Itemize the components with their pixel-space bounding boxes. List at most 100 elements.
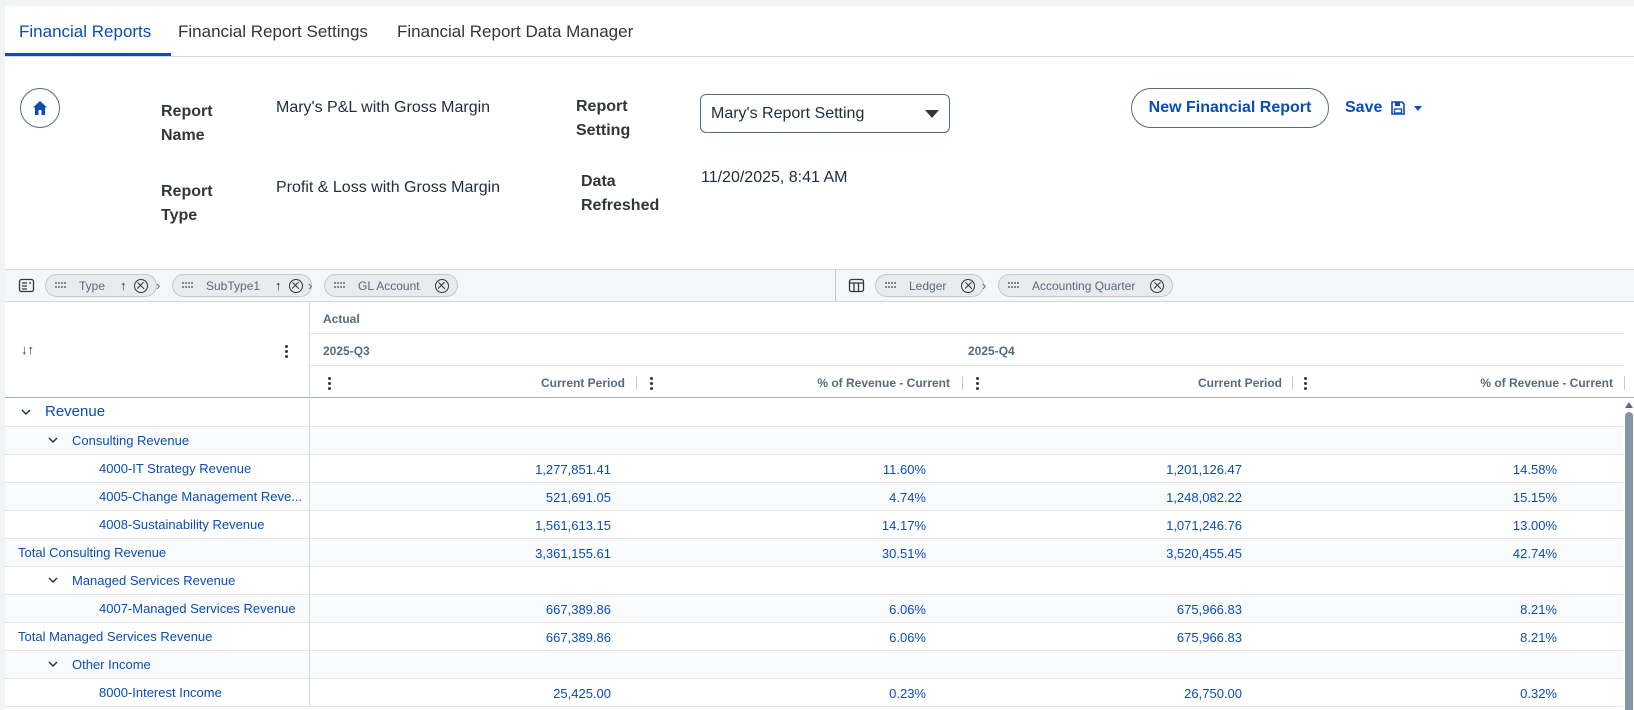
drag-handle-icon[interactable] bbox=[1007, 281, 1019, 291]
tab-financial-reports[interactable]: Financial Reports bbox=[19, 22, 151, 42]
chevron-down-icon[interactable] bbox=[48, 575, 58, 585]
report-setting-select[interactable]: Mary's Report Setting bbox=[700, 94, 950, 133]
row-header-cell: 4008-Sustainability Revenue bbox=[5, 511, 310, 538]
chip-gl-account[interactable]: GL Account bbox=[324, 274, 458, 297]
new-financial-report-button[interactable]: New Financial Report bbox=[1131, 88, 1329, 128]
row-header-cell: 4000-IT Strategy Revenue bbox=[5, 455, 310, 482]
column-menu-icon[interactable] bbox=[327, 376, 331, 390]
drag-handle-icon[interactable] bbox=[54, 281, 66, 291]
grid-row-8000[interactable]: 8000-Interest Income 25,425.00 0.23% 26,… bbox=[5, 679, 1623, 707]
report-type-label: Report Type bbox=[161, 183, 213, 224]
cell-q3-pct: 14.17% bbox=[881, 518, 926, 533]
report-setting-label: Report Setting bbox=[576, 98, 631, 139]
save-button[interactable]: Save bbox=[1345, 96, 1423, 120]
cell-q4-pct: 8.21% bbox=[1520, 602, 1557, 617]
dimension-bar: Type ↑ › SubType1 ↑ › GL Account Ledger bbox=[5, 269, 1634, 302]
drag-handle-icon[interactable] bbox=[181, 281, 193, 291]
row-label: 4005-Change Management Reve... bbox=[99, 489, 303, 504]
grid-row-managed-services-revenue[interactable]: Managed Services Revenue bbox=[5, 567, 1623, 595]
cell-q3-current: 667,389.86 bbox=[545, 602, 611, 617]
grid-row-consulting-revenue[interactable]: Consulting Revenue bbox=[5, 427, 1623, 455]
column-menu-icon[interactable] bbox=[1303, 376, 1307, 390]
scroll-up-arrow-icon[interactable] bbox=[1625, 402, 1633, 408]
remove-icon[interactable] bbox=[434, 278, 449, 293]
row-header-cell: 8000-Interest Income bbox=[5, 679, 310, 706]
save-label: Save bbox=[1345, 99, 1383, 116]
header-row-period: 2025-Q3 2025-Q4 bbox=[310, 334, 1624, 366]
report-type-value: Profit & Loss with Gross Margin bbox=[276, 179, 501, 196]
cell-q3-current: 3,361,155.61 bbox=[535, 546, 611, 561]
remove-icon[interactable] bbox=[1150, 278, 1165, 293]
cell-q4-current: 1,071,246.76 bbox=[1166, 518, 1242, 533]
row-label: Revenue bbox=[45, 403, 106, 420]
chevron-down-icon[interactable] bbox=[21, 407, 31, 417]
cell-q3-pct: 6.06% bbox=[889, 602, 926, 617]
remove-icon[interactable] bbox=[288, 278, 303, 293]
row-header-cell: Consulting Revenue bbox=[5, 427, 310, 454]
remove-icon[interactable] bbox=[133, 278, 148, 293]
column-separator bbox=[1292, 376, 1293, 390]
cell-q3-current: 667,389.86 bbox=[545, 630, 611, 645]
tab-financial-report-data-manager[interactable]: Financial Report Data Manager bbox=[397, 22, 633, 42]
chip-subtype1[interactable]: SubType1 ↑ bbox=[172, 274, 312, 297]
row-header-cell: Managed Services Revenue bbox=[5, 567, 310, 594]
row-header-menu-icon[interactable] bbox=[284, 344, 288, 358]
ledger-header: Actual bbox=[323, 312, 360, 326]
floppy-disk-icon bbox=[1391, 101, 1406, 115]
column-menu-icon[interactable] bbox=[649, 376, 653, 390]
data-refreshed-value: 11/20/2025, 8:41 AM bbox=[701, 169, 848, 186]
sort-toggle-icon[interactable]: ↓↑ bbox=[21, 342, 34, 357]
cell-q4-pct: 8.21% bbox=[1520, 630, 1557, 645]
sort-ascending-icon[interactable]: ↑ bbox=[120, 278, 127, 293]
row-header-cell: 4007-Managed Services Revenue bbox=[5, 595, 310, 622]
chip-ledger[interactable]: Ledger bbox=[875, 274, 985, 297]
column-dimensions-icon bbox=[848, 278, 865, 293]
chip-accounting-quarter-label: Accounting Quarter bbox=[1032, 278, 1136, 293]
period-header-q4: 2025-Q4 bbox=[968, 344, 1015, 358]
drag-handle-icon[interactable] bbox=[884, 281, 896, 291]
caret-down-icon bbox=[925, 110, 939, 118]
column-separator bbox=[962, 376, 963, 390]
report-name-label: Report Name bbox=[161, 103, 213, 144]
row-label: 4008-Sustainability Revenue bbox=[99, 517, 265, 532]
grid-row-4007[interactable]: 4007-Managed Services Revenue 667,389.86… bbox=[5, 595, 1623, 623]
cell-q3-current: 1,277,851.41 bbox=[535, 462, 611, 477]
scrollbar-thumb[interactable] bbox=[1625, 412, 1633, 710]
row-header-cell: Total Consulting Revenue bbox=[5, 539, 310, 566]
app-window: Financial Reports Financial Report Setti… bbox=[5, 6, 1634, 710]
cell-q4-current: 3,520,455.45 bbox=[1166, 546, 1242, 561]
home-button[interactable] bbox=[20, 88, 60, 128]
cell-q3-pct: 6.06% bbox=[889, 630, 926, 645]
column-header: Actual 2025-Q3 2025-Q4 Current Period % … bbox=[310, 302, 1634, 398]
chip-accounting-quarter[interactable]: Accounting Quarter bbox=[998, 274, 1174, 297]
row-header-corner: ↓↑ bbox=[5, 302, 310, 398]
data-refreshed-label: Data Refreshed bbox=[581, 173, 660, 214]
cell-q4-current: 1,248,082.22 bbox=[1166, 490, 1242, 505]
cell-q4-pct: 0.32% bbox=[1520, 686, 1557, 701]
row-label: 4000-IT Strategy Revenue bbox=[99, 461, 252, 476]
report-grid: ↓↑ Actual 2025-Q3 2025-Q4 Current Period… bbox=[5, 302, 1634, 710]
grid-row-4000[interactable]: 4000-IT Strategy Revenue 1,277,851.41 11… bbox=[5, 455, 1623, 483]
cell-q3-pct: 11.60% bbox=[882, 462, 926, 477]
chevron-down-icon[interactable] bbox=[48, 659, 58, 669]
caret-down-icon[interactable] bbox=[1414, 104, 1423, 112]
report-name-value: Mary's P&L with Gross Margin bbox=[276, 99, 491, 116]
grid-row-revenue[interactable]: Revenue bbox=[5, 399, 1623, 427]
column-menu-icon[interactable] bbox=[975, 376, 979, 390]
grid-row-other-income[interactable]: Other Income bbox=[5, 651, 1623, 679]
drag-handle-icon[interactable] bbox=[333, 281, 345, 291]
grid-row-total-consulting[interactable]: Total Consulting Revenue 3,361,155.61 30… bbox=[5, 539, 1623, 567]
active-tab-indicator bbox=[5, 53, 171, 56]
cell-q4-current: 675,966.83 bbox=[1176, 602, 1242, 617]
sort-ascending-icon[interactable]: ↑ bbox=[275, 278, 282, 293]
grid-row-total-managed-services[interactable]: Total Managed Services Revenue 667,389.8… bbox=[5, 623, 1623, 651]
grid-row-4005[interactable]: 4005-Change Management Reve... 521,691.0… bbox=[5, 483, 1623, 511]
remove-icon[interactable] bbox=[961, 278, 976, 293]
chip-gl-account-label: GL Account bbox=[358, 278, 420, 293]
grid-row-4008[interactable]: 4008-Sustainability Revenue 1,561,613.15… bbox=[5, 511, 1623, 539]
chip-type[interactable]: Type ↑ bbox=[45, 274, 157, 297]
tab-financial-report-settings[interactable]: Financial Report Settings bbox=[178, 22, 368, 42]
measure-header-q4-current: Current Period bbox=[1197, 376, 1282, 390]
report-setting-selected-value: Mary's Report Setting bbox=[711, 105, 865, 122]
chevron-down-icon[interactable] bbox=[48, 435, 58, 445]
